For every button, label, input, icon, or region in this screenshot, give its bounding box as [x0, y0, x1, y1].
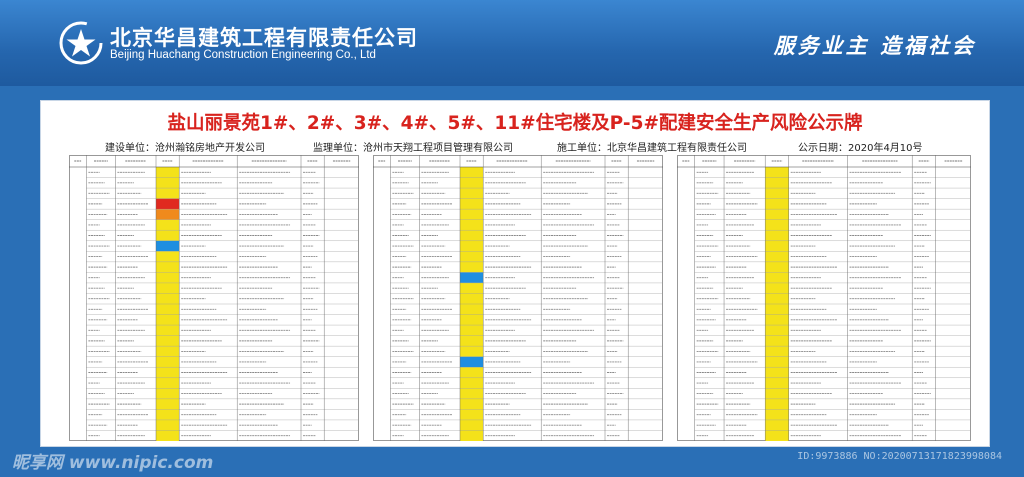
risk-level-cell-general — [765, 314, 789, 326]
slogan: 服务业主 造福社会 — [773, 34, 976, 58]
risk-notice-board: 盐山丽景苑1#、2#、3#、4#、5#、11#住宅楼及P-5#配建安全生产风险公… — [40, 100, 990, 447]
risk-level-cell-general — [765, 293, 789, 304]
risk-level-cell-general — [765, 261, 789, 273]
risk-level-cell-general — [156, 356, 180, 368]
company-header: 北京华昌建筑工程有限责任公司 Beijing Huachang Construc… — [0, 0, 1024, 86]
risk-level-cell-general — [765, 282, 789, 294]
risk-level-cell-general — [765, 209, 789, 220]
risk-table-grid — [677, 155, 971, 441]
announce-date: 公示日期：2020年4月10号 — [798, 143, 923, 154]
risk-level-cell-general — [460, 198, 484, 210]
risk-level-cell-general — [765, 272, 789, 283]
risk-level-cell-general — [156, 388, 180, 399]
company-name-en: Beijing Huachang Construction Engineerin… — [110, 49, 376, 61]
risk-level-cell-low — [156, 240, 180, 252]
risk-level-cell-general — [765, 219, 789, 231]
contractor-unit: 施工单位：北京华昌建筑工程有限责任公司 — [557, 143, 747, 154]
risk-level-cell-general — [156, 177, 180, 189]
risk-level-cell-general — [156, 261, 180, 273]
risk-level-cell-general — [156, 377, 180, 389]
risk-level-cell-general — [765, 198, 789, 210]
risk-level-cell-general — [765, 398, 789, 410]
risk-level-cell-general — [460, 388, 484, 399]
risk-level-cell-general — [765, 177, 789, 189]
risk-level-cell-general — [765, 335, 789, 347]
risk-level-cell-general — [156, 346, 180, 357]
risk-level-cell-general — [765, 251, 789, 262]
supervisor-unit: 监理单位：沧州市天翔工程项目管理有限公司 — [313, 143, 513, 154]
risk-level-cell-general — [156, 230, 180, 241]
risk-level-cell-general — [765, 388, 789, 399]
risk-level-cell-general — [156, 219, 180, 231]
risk-level-cell-general — [765, 240, 789, 252]
risk-level-cell-general — [460, 251, 484, 262]
risk-table-1 — [69, 155, 359, 441]
risk-level-cell-major — [156, 198, 180, 210]
risk-level-cell-general — [156, 398, 180, 410]
risk-table-3 — [677, 155, 971, 441]
risk-level-cell-general — [156, 419, 180, 431]
risk-level-cell-general — [460, 230, 484, 241]
risk-level-cell-general — [460, 419, 484, 431]
risk-level-cell-general — [156, 314, 180, 326]
board-title: 盐山丽景苑1#、2#、3#、4#、5#、11#住宅楼及P-5#配建安全生产风险公… — [167, 113, 863, 134]
risk-level-cell-general — [156, 335, 180, 347]
risk-level-cell-general — [156, 188, 180, 199]
risk-level-cell-general — [460, 167, 484, 178]
risk-level-cell-general — [156, 282, 180, 294]
risk-level-cell-general — [156, 167, 180, 178]
risk-level-cell-general — [460, 398, 484, 410]
risk-level-cell-general — [460, 377, 484, 389]
risk-level-cell-low — [460, 356, 484, 368]
risk-level-cell-general — [765, 230, 789, 241]
risk-level-cell-general — [156, 430, 180, 441]
risk-level-cell-general — [460, 219, 484, 231]
builder-unit: 建设单位：沧州瀚铭房地产开发公司 — [105, 143, 265, 154]
risk-level-cell-general — [460, 177, 484, 189]
risk-level-cell-general — [460, 430, 484, 441]
risk-level-cell-general — [765, 304, 789, 315]
risk-level-cell-general — [765, 325, 789, 336]
risk-level-cell-general — [460, 409, 484, 420]
risk-level-cell-large — [156, 209, 180, 220]
risk-level-cell-general — [765, 167, 789, 178]
risk-level-cell-general — [460, 304, 484, 315]
risk-level-cell-general — [765, 188, 789, 199]
risk-level-cell-general — [460, 293, 484, 304]
risk-level-cell-general — [156, 293, 180, 304]
risk-table-grid — [373, 155, 663, 441]
watermark: 昵享网 www.nipic.com — [12, 453, 214, 473]
risk-level-cell-general — [765, 419, 789, 431]
risk-level-cell-general — [460, 261, 484, 273]
risk-level-cell-general — [765, 346, 789, 357]
risk-level-cell-general — [765, 367, 789, 378]
project-info-row: 建设单位：沧州瀚铭房地产开发公司 监理单位：沧州市天翔工程项目管理有限公司 施工… — [41, 139, 989, 154]
risk-level-cell-general — [156, 367, 180, 378]
risk-level-cell-general — [156, 251, 180, 262]
risk-level-cell-general — [460, 240, 484, 252]
risk-level-cell-general — [460, 209, 484, 220]
image-id: ID:9973886 NO:20200713171823998084 — [797, 451, 1002, 462]
risk-level-cell-general — [460, 346, 484, 357]
risk-table-grid — [69, 155, 359, 441]
risk-level-cell-general — [460, 314, 484, 326]
star-circle-logo-icon — [59, 21, 103, 65]
risk-level-cell-general — [460, 367, 484, 378]
risk-level-cell-general — [156, 325, 180, 336]
risk-level-cell-general — [765, 430, 789, 441]
risk-level-cell-general — [156, 304, 180, 315]
risk-table-2 — [373, 155, 663, 441]
risk-level-cell-general — [156, 272, 180, 283]
risk-level-cell-general — [460, 325, 484, 336]
risk-level-cell-general — [765, 377, 789, 389]
risk-level-cell-low — [460, 272, 484, 283]
company-name-cn: 北京华昌建筑工程有限责任公司 — [110, 26, 418, 50]
risk-level-cell-general — [156, 409, 180, 420]
risk-level-cell-general — [460, 335, 484, 347]
risk-level-cell-general — [765, 409, 789, 420]
risk-level-cell-general — [460, 188, 484, 199]
risk-tables — [69, 155, 971, 441]
risk-level-cell-general — [765, 356, 789, 368]
risk-level-cell-general — [460, 282, 484, 294]
